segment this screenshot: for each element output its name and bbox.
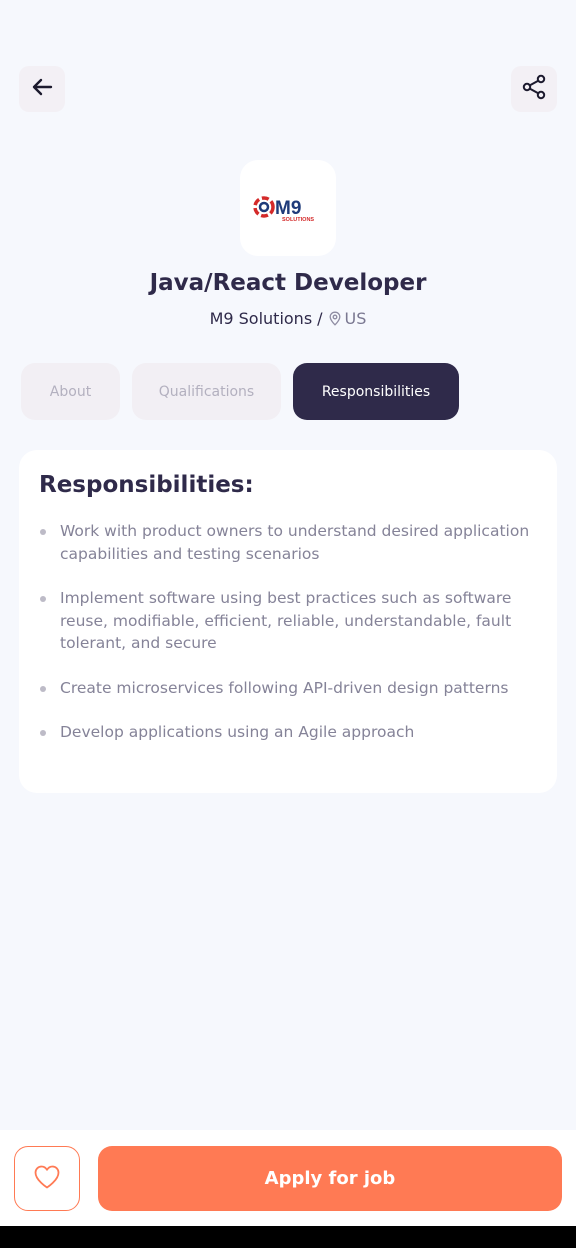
share-icon bbox=[522, 74, 546, 104]
apply-button[interactable]: Apply for job bbox=[98, 1146, 562, 1211]
separator: / bbox=[317, 309, 323, 328]
share-button[interactable] bbox=[511, 66, 557, 112]
tab-about[interactable]: About bbox=[21, 363, 120, 420]
company-logo: M9 SOLUTIONS bbox=[240, 160, 336, 256]
list-item: Work with product owners to understand d… bbox=[39, 520, 537, 565]
tab-qualifications[interactable]: Qualifications bbox=[132, 363, 281, 420]
list-item: Create microservices following API-drive… bbox=[39, 677, 537, 700]
list-item: Develop applications using an Agile appr… bbox=[39, 721, 537, 744]
bullet-icon bbox=[40, 685, 46, 692]
responsibilities-card: Responsibilities: Work with product owne… bbox=[19, 450, 557, 793]
list-item-text: Create microservices following API-drive… bbox=[60, 678, 509, 697]
list-item-text: Implement software using best practices … bbox=[60, 589, 512, 652]
logo-subtext: SOLUTIONS bbox=[282, 217, 314, 223]
map-pin-icon bbox=[329, 311, 341, 326]
job-detail-screen: { "header": { "back_icon": "arrow-left-i… bbox=[0, 0, 576, 1248]
favorite-button[interactable] bbox=[14, 1146, 80, 1211]
list-item: Implement software using best practices … bbox=[39, 587, 537, 655]
back-button[interactable] bbox=[19, 66, 65, 112]
tab-about-label: About bbox=[49, 383, 92, 400]
list-item-text: Develop applications using an Agile appr… bbox=[60, 723, 415, 741]
section-heading: Responsibilities: bbox=[39, 472, 254, 498]
system-navigation-bar bbox=[0, 1226, 576, 1248]
job-title: Java/React Developer bbox=[149, 270, 427, 296]
heart-icon bbox=[33, 1164, 61, 1194]
bullet-icon bbox=[40, 730, 46, 736]
company-location-line: M9 Solutions / US bbox=[0, 309, 576, 328]
company-name: M9 Solutions bbox=[209, 309, 313, 328]
apply-button-label: Apply for job bbox=[264, 1168, 396, 1189]
logo-text: M9 bbox=[275, 198, 301, 219]
bullet-icon bbox=[40, 529, 46, 535]
tab-responsibilities-label: Responsibilities bbox=[321, 383, 431, 400]
m9-logo-mark: M9 SOLUTIONS bbox=[253, 196, 314, 223]
bottom-action-bar: Apply for job bbox=[0, 1130, 576, 1226]
arrow-left-icon bbox=[31, 78, 53, 100]
tab-responsibilities[interactable]: Responsibilities bbox=[293, 363, 459, 420]
list-item-text: Work with product owners to understand d… bbox=[60, 522, 530, 563]
bullet-icon bbox=[40, 596, 46, 602]
location-text: US bbox=[344, 309, 367, 328]
tab-qualifications-label: Qualifications bbox=[158, 383, 255, 400]
responsibilities-list: Work with product owners to understand d… bbox=[39, 520, 537, 744]
